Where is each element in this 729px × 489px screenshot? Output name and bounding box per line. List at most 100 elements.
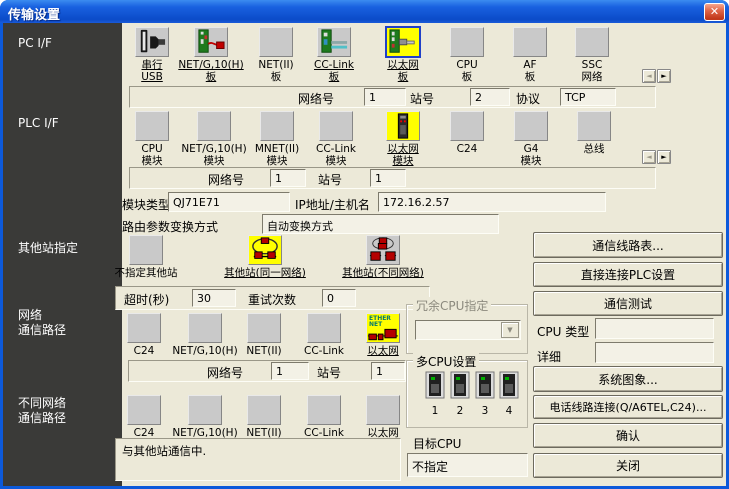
comm-test-button[interactable]: 通信测试 [533, 291, 723, 316]
pcif-scroll-left-icon[interactable]: ◄ [642, 69, 656, 83]
section-label-other-station: 其他站指定 [18, 241, 79, 255]
plcif-scroll-left-icon[interactable]: ◄ [642, 150, 656, 164]
plcif-cclink-module[interactable]: CC-Link 模块 [299, 111, 373, 167]
window-title: 传输设置 [8, 8, 61, 23]
blank-board-icon[interactable] [513, 27, 547, 57]
other-station-same-network[interactable]: 其他站(同一网络) [205, 235, 325, 279]
blank-module-icon[interactable] [260, 111, 294, 141]
plcif-station-no-field[interactable]: 1 [370, 169, 406, 187]
blank-module-icon[interactable] [514, 111, 548, 141]
ip-address-field[interactable]: 172.16.2.57 [378, 192, 606, 212]
plcif-fields-row: 网络号 1 站号 1 [129, 167, 656, 189]
ethernet-board-icon[interactable] [385, 26, 421, 58]
serial-usb-icon[interactable] [135, 27, 169, 57]
cpu-3[interactable]: 3 [474, 371, 496, 417]
plcif-c24[interactable]: C24 [430, 111, 504, 155]
ethernet-network-icon[interactable]: ETHER NET [366, 313, 400, 343]
pcif-ssc-network[interactable]: SSC 网络 [555, 27, 629, 83]
redundant-cpu-label: 冗余CPU指定 [413, 297, 492, 314]
retry-count-label: 重试次数 [248, 293, 297, 307]
module-type-label: 模块类型 [122, 198, 171, 212]
blank-module-icon[interactable] [307, 313, 341, 343]
netroute-network-no-field[interactable]: 1 [271, 362, 309, 380]
no-other-station-icon[interactable] [129, 235, 163, 265]
plcif-bus[interactable]: 总线 [557, 111, 631, 155]
routing-method-field[interactable]: 自动变换方式 [262, 214, 499, 234]
system-image-button[interactable]: 系统图象... [533, 366, 723, 392]
blank-module-icon[interactable] [307, 395, 341, 425]
pcif-station-no-field[interactable]: 2 [470, 88, 510, 106]
module-type-field[interactable]: QJ71E71 [168, 192, 290, 212]
blank-board-icon[interactable] [575, 27, 609, 57]
cpu-1[interactable]: 1 [424, 371, 446, 417]
detail-field[interactable] [595, 342, 714, 363]
pcif-icon-label: SSC 网络 [581, 59, 603, 83]
blank-module-icon[interactable] [135, 111, 169, 141]
plcif-network-no-field[interactable]: 1 [270, 169, 306, 187]
pcif-network-no-field[interactable]: 1 [364, 88, 406, 106]
diffroute-netii[interactable]: NET(II) [231, 395, 297, 439]
diffroute-c24[interactable]: C24 [111, 395, 177, 439]
dropdown-arrow-icon[interactable]: ▼ [501, 322, 519, 338]
network-no-label: 网络号 [298, 92, 335, 106]
pcif-scroll-right-icon[interactable]: ► [657, 69, 671, 83]
redundant-cpu-combobox[interactable]: ▼ [415, 320, 521, 340]
redundant-cpu-group: 冗余CPU指定 ▼ [406, 297, 528, 354]
plcif-ethernet-module[interactable]: 以太网 模块 [366, 111, 440, 167]
diffroute-netg10h[interactable]: NET/G,10(H) [172, 395, 238, 439]
pcif-ethernet-board[interactable]: 以太网 板 [366, 26, 440, 83]
pcif-protocol-field[interactable]: TCP [560, 88, 616, 106]
retry-count-field[interactable]: 0 [322, 289, 356, 307]
timeout-field[interactable]: 30 [192, 289, 236, 307]
blank-module-icon[interactable] [197, 111, 231, 141]
blank-module-icon[interactable] [366, 395, 400, 425]
phone-line-connect-button[interactable]: 电话线路连接(Q/A6TEL,C24)... [533, 395, 723, 419]
close-icon[interactable]: ✕ [704, 3, 725, 21]
plcif-scroll-right-icon[interactable]: ► [657, 150, 671, 164]
pcif-netg10h-board[interactable]: NET/G,10(H) 板 [174, 27, 248, 83]
pcif-cclink-board[interactable]: CC-Link 板 [297, 27, 371, 83]
other-station-same-network-icon[interactable] [248, 235, 282, 265]
cpu-type-field[interactable] [595, 318, 714, 339]
pcif-fields-row: 网络号 1 站号 2 协议 TCP [129, 86, 656, 108]
ethernet-module-icon[interactable] [386, 111, 420, 141]
netroute-netg10h[interactable]: NET/G,10(H) [172, 313, 238, 357]
netroute-station-no-field[interactable]: 1 [371, 362, 405, 380]
section-label-network-route: 网络 通信路径 [18, 308, 67, 337]
multi-cpu-label: 多CPU设置 [413, 353, 480, 370]
network-board-plug-icon[interactable] [194, 27, 228, 57]
diffroute-cclink[interactable]: CC-Link [291, 395, 357, 439]
netroute-netii[interactable]: NET(II) [231, 313, 297, 357]
timeout-label: 超时(秒) [124, 293, 170, 307]
blank-module-icon[interactable] [577, 111, 611, 141]
target-cpu-field[interactable]: 不指定 [407, 453, 528, 477]
blank-module-icon[interactable] [127, 313, 161, 343]
other-station-diff-network-icon[interactable] [366, 235, 400, 265]
blank-module-icon[interactable] [319, 111, 353, 141]
network-no-label: 网络号 [208, 173, 245, 187]
blank-module-icon[interactable] [247, 395, 281, 425]
netroute-icon-label: NET(II) [246, 345, 282, 357]
station-no-label: 站号 [317, 366, 342, 380]
blank-board-icon[interactable] [259, 27, 293, 57]
ok-button[interactable]: 确认 [533, 423, 723, 448]
section-label-diff-network-route: 不同网络 通信路径 [18, 396, 67, 425]
other-station-diff-network[interactable]: 其他站(不同网络) [323, 235, 443, 279]
blank-module-icon[interactable] [188, 395, 222, 425]
blank-module-icon[interactable] [127, 395, 161, 425]
cpu-2[interactable]: 2 [449, 371, 471, 417]
netroute-cclink[interactable]: CC-Link [291, 313, 357, 357]
plcif-icon-label: 总线 [583, 143, 605, 155]
direct-plc-setup-button[interactable]: 直接连接PLC设置 [533, 262, 723, 287]
blank-board-icon[interactable] [450, 27, 484, 57]
netroute-c24[interactable]: C24 [111, 313, 177, 357]
blank-module-icon[interactable] [188, 313, 222, 343]
close-button[interactable]: 关闭 [533, 453, 723, 478]
blank-module-icon[interactable] [450, 111, 484, 141]
other-station-none[interactable]: 不指定其他站 [86, 235, 206, 279]
blank-module-icon[interactable] [247, 313, 281, 343]
cclink-board-icon[interactable] [317, 27, 351, 57]
comm-line-list-button[interactable]: 通信线路表... [533, 232, 723, 258]
cpu-4[interactable]: 4 [498, 371, 520, 417]
netroute-icon-label: C24 [133, 345, 155, 357]
